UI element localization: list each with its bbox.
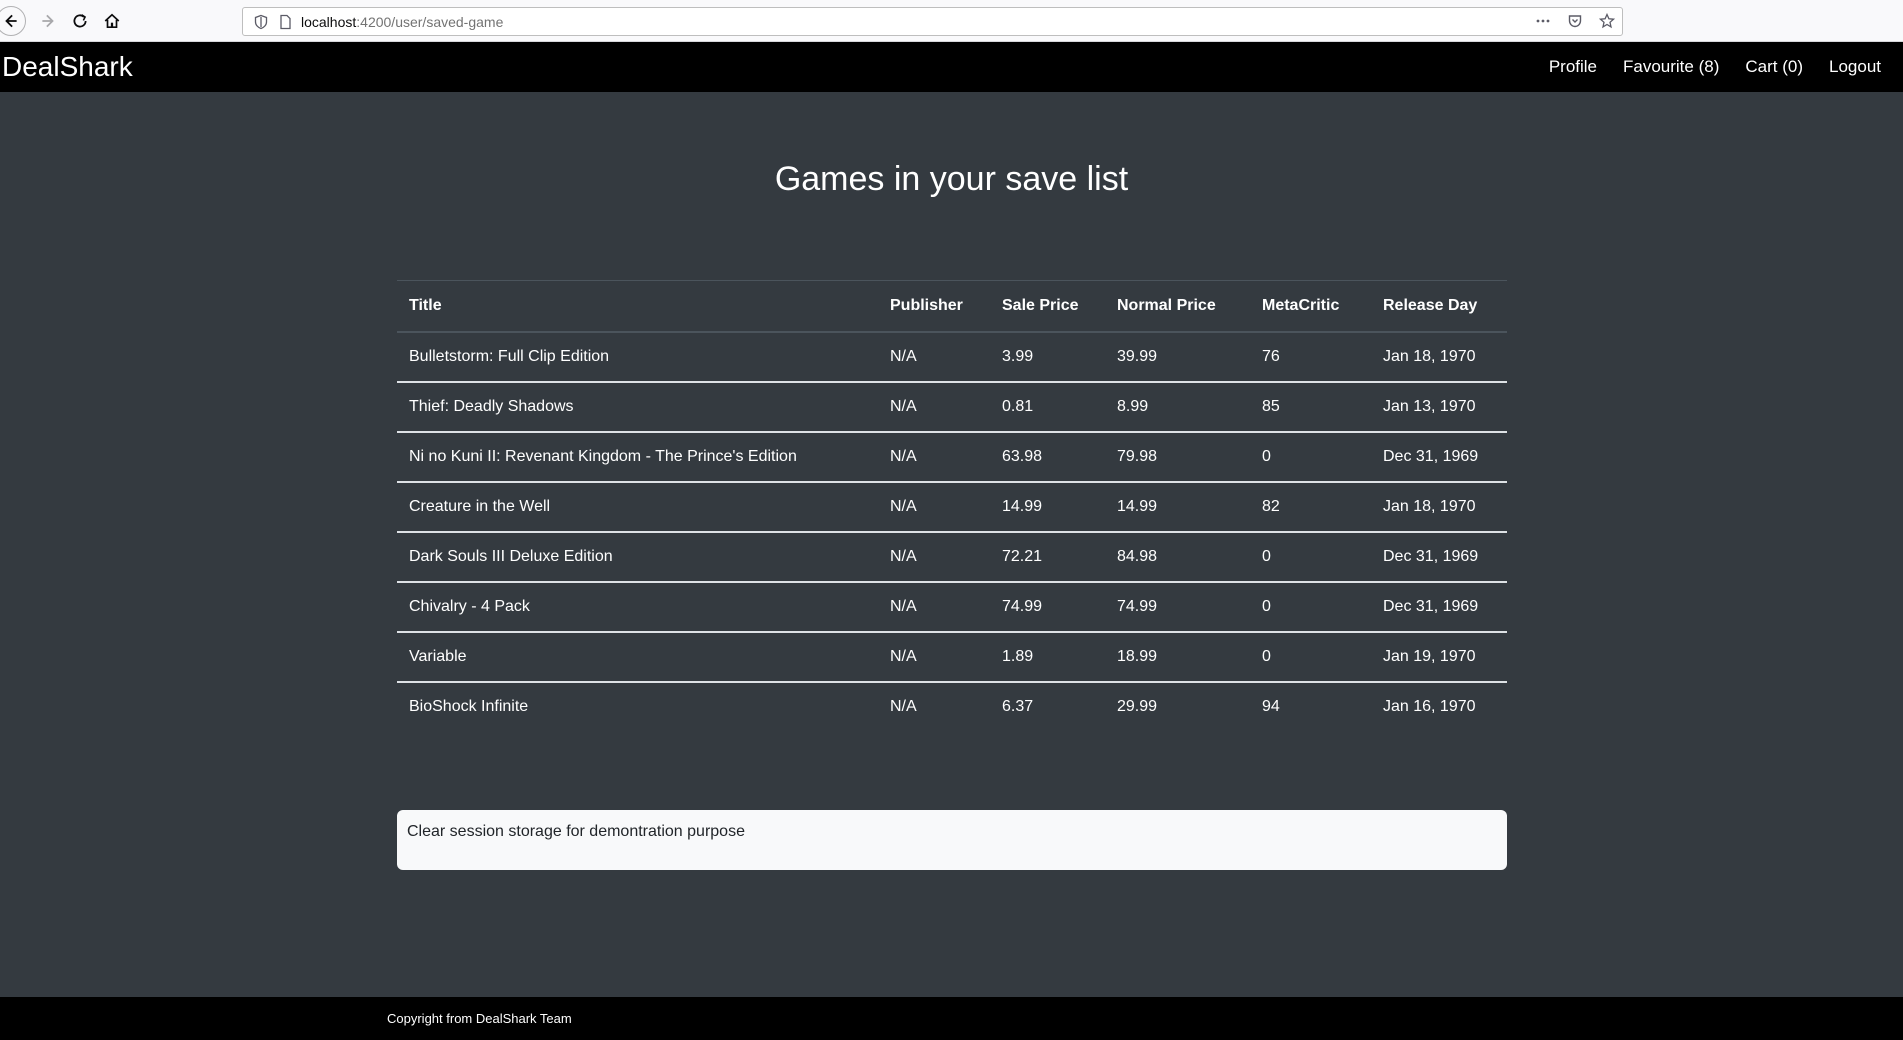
cell-normal-price: 18.99 bbox=[1105, 631, 1250, 683]
cell-normal-price: 14.99 bbox=[1105, 481, 1250, 533]
header-publisher: Publisher bbox=[878, 280, 990, 333]
star-icon[interactable] bbox=[1598, 12, 1616, 30]
table-header-row: Title Publisher Sale Price Normal Price … bbox=[397, 280, 1507, 333]
saved-games-table: Title Publisher Sale Price Normal Price … bbox=[397, 280, 1507, 732]
cell-metacritic: 94 bbox=[1262, 698, 1280, 715]
cell-title: Thief: Deadly Shadows bbox=[397, 381, 878, 433]
cell-release-day: Jan 13, 1970 bbox=[1371, 381, 1507, 433]
cell-publisher: N/A bbox=[878, 531, 990, 583]
cell-metacritic: 82 bbox=[1250, 481, 1371, 533]
cell-metacritic: 0 bbox=[1250, 581, 1371, 633]
nav-link-logout[interactable]: Logout bbox=[1829, 57, 1881, 77]
header-metacritic: MetaCritic bbox=[1250, 280, 1371, 333]
cell-metacritic: 0 bbox=[1250, 531, 1371, 583]
forward-button[interactable] bbox=[32, 5, 64, 37]
cell-title: Creature in the Well bbox=[397, 481, 878, 533]
table-row: Dark Souls III Deluxe Edition N/A 72.21 … bbox=[397, 531, 1507, 583]
page-info-icon[interactable] bbox=[277, 14, 293, 30]
cell-release-day: Dec 31, 1969 bbox=[1371, 431, 1507, 483]
cell-sale-price: 72.21 bbox=[990, 531, 1105, 583]
header-title: Title bbox=[397, 280, 878, 333]
cell-metacritic: 85 bbox=[1250, 381, 1371, 433]
table-row: Chivalry - 4 Pack N/A 74.99 74.99 0 Dec … bbox=[397, 581, 1507, 633]
header-sale-price: Sale Price bbox=[990, 280, 1105, 333]
table-row: Variable N/A 1.89 18.99 0 Jan 19, 1970 bbox=[397, 631, 1507, 683]
footer: Copyright from DealShark Team bbox=[0, 997, 1903, 1040]
reload-icon bbox=[73, 13, 87, 27]
home-button[interactable] bbox=[96, 5, 128, 37]
cell-publisher: N/A bbox=[878, 581, 990, 633]
header-release-day: Release Day bbox=[1371, 280, 1507, 333]
cell-normal-price: 39.99 bbox=[1105, 331, 1250, 383]
cell-title: Ni no Kuni II: Revenant Kingdom - The Pr… bbox=[397, 431, 878, 483]
table-row: BioShock Infinite N/A 6.37 29.99 94 Jan … bbox=[397, 682, 1507, 732]
cell-title: Dark Souls III Deluxe Edition bbox=[397, 531, 878, 583]
cell-metacritic: 0 bbox=[1250, 431, 1371, 483]
cell-title: Variable bbox=[397, 631, 878, 683]
cell-sale-price: 14.99 bbox=[990, 481, 1105, 533]
arrow-left-icon bbox=[5, 14, 17, 27]
clear-session-button[interactable]: Clear session storage for demontration p… bbox=[397, 810, 1507, 870]
url-path: :4200/user/saved-game bbox=[356, 13, 504, 30]
shield-icon[interactable] bbox=[253, 14, 269, 30]
cell-publisher: N/A bbox=[878, 631, 990, 683]
cell-publisher: N/A bbox=[878, 331, 990, 383]
cell-title: Bulletstorm: Full Clip Edition bbox=[397, 331, 878, 383]
cell-publisher: N/A bbox=[878, 431, 990, 483]
cell-metacritic: 0 bbox=[1250, 631, 1371, 683]
cell-normal-price: 74.99 bbox=[1105, 581, 1250, 633]
nav-links: Profile Favourite (8) Cart (0) Logout bbox=[1549, 42, 1881, 92]
pocket-icon[interactable] bbox=[1566, 12, 1584, 30]
cell-normal-price: 29.99 bbox=[1117, 698, 1158, 715]
page-title: Games in your save list bbox=[774, 160, 1129, 198]
cell-normal-price: 8.99 bbox=[1105, 381, 1250, 433]
more-actions-icon[interactable] bbox=[1534, 12, 1552, 30]
cell-sale-price: 6.37 bbox=[1002, 698, 1034, 715]
brand-logo[interactable]: DealShark bbox=[2, 51, 133, 83]
cell-title: Chivalry - 4 Pack bbox=[397, 581, 878, 633]
nav-link-cart[interactable]: Cart (0) bbox=[1745, 57, 1803, 77]
url-bar[interactable]: localhost:4200/user/saved-game bbox=[242, 7, 1623, 36]
cell-publisher: N/A bbox=[878, 481, 990, 533]
browser-toolbar: localhost:4200/user/saved-game bbox=[0, 0, 1903, 42]
cell-sale-price: 0.81 bbox=[990, 381, 1105, 433]
header-normal-price: Normal Price bbox=[1105, 280, 1250, 333]
cell-publisher: N/A bbox=[878, 381, 990, 433]
url-host: localhost bbox=[301, 13, 357, 30]
home-icon bbox=[104, 13, 120, 28]
app-navbar: DealShark Profile Favourite (8) Cart (0)… bbox=[0, 42, 1903, 92]
arrow-right-icon bbox=[42, 14, 54, 27]
cell-normal-price: 79.98 bbox=[1105, 431, 1250, 483]
footer-copyright: Copyright from DealShark Team bbox=[387, 1011, 572, 1026]
table-row: Creature in the Well N/A 14.99 14.99 82 … bbox=[397, 481, 1507, 533]
cell-sale-price: 74.99 bbox=[990, 581, 1105, 633]
nav-link-favourite[interactable]: Favourite (8) bbox=[1623, 57, 1719, 77]
table-row: Thief: Deadly Shadows N/A 0.81 8.99 85 J… bbox=[397, 381, 1507, 433]
cell-publisher: N/A bbox=[890, 698, 917, 715]
cell-title: BioShock Infinite bbox=[409, 698, 529, 715]
cell-sale-price: 3.99 bbox=[990, 331, 1105, 383]
reload-button[interactable] bbox=[64, 5, 96, 37]
cell-release-day: Jan 18, 1970 bbox=[1371, 481, 1507, 533]
cell-sale-price: 1.89 bbox=[990, 631, 1105, 683]
cell-release-day: Jan 18, 1970 bbox=[1371, 331, 1507, 383]
cell-normal-price: 84.98 bbox=[1105, 531, 1250, 583]
table-row: Bulletstorm: Full Clip Edition N/A 3.99 … bbox=[397, 331, 1507, 383]
cell-release-day: Dec 31, 1969 bbox=[1371, 581, 1507, 633]
cell-metacritic: 76 bbox=[1250, 331, 1371, 383]
table-row: Ni no Kuni II: Revenant Kingdom - The Pr… bbox=[397, 431, 1507, 483]
back-button[interactable] bbox=[0, 5, 26, 36]
cell-release-day: Jan 16, 1970 bbox=[1383, 698, 1476, 715]
cell-release-day: Dec 31, 1969 bbox=[1371, 531, 1507, 583]
cell-sale-price: 63.98 bbox=[990, 431, 1105, 483]
nav-link-profile[interactable]: Profile bbox=[1549, 57, 1597, 77]
cell-release-day: Jan 19, 1970 bbox=[1371, 631, 1507, 683]
